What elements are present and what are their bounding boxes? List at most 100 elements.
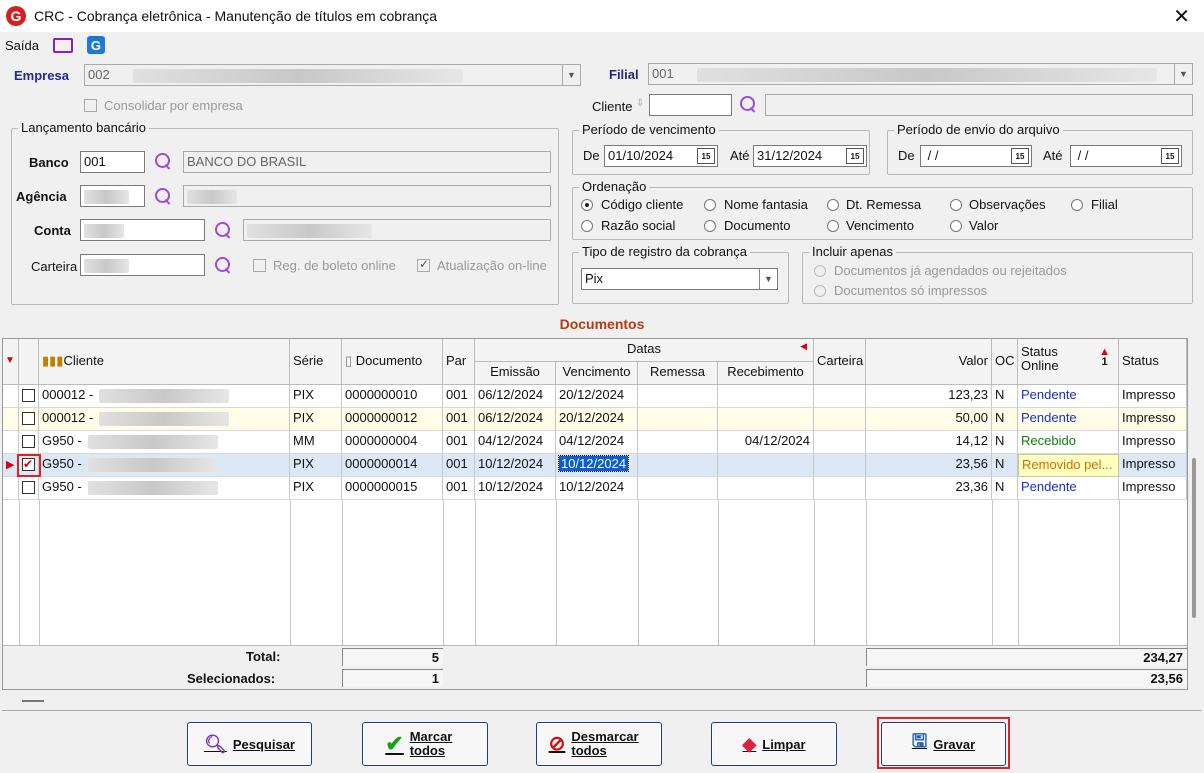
cell-documento: 0000000004 xyxy=(342,431,443,454)
header-carteira[interactable]: Carteira xyxy=(814,339,866,385)
radio-dt-remessa[interactable] xyxy=(827,199,839,211)
venc-ate-value: 31/12/2024 xyxy=(757,148,823,163)
cell-carteira xyxy=(814,477,866,500)
cell-vencimento: 10/12/2024 xyxy=(556,454,638,477)
menu-bar: Saída G xyxy=(0,32,1204,58)
row-indicator xyxy=(3,408,19,431)
calendar-icon[interactable]: 15 xyxy=(1161,148,1179,164)
documentos-grid: ▼ ▮▮▮Cliente Série ▯ Documento Par Datas… xyxy=(2,338,1188,690)
chevron-down-icon[interactable]: ▼ xyxy=(562,65,580,85)
venc-de-input[interactable]: 01/10/2024 15 xyxy=(604,145,718,167)
header-vencimento[interactable]: Vencimento xyxy=(556,362,638,385)
tipo-registro-select[interactable]: Pix ▼ xyxy=(581,268,778,290)
consolidar-checkbox[interactable] xyxy=(84,99,97,112)
menu-saida[interactable]: Saída xyxy=(5,38,39,53)
desmarcar-todos-button[interactable]: ⊘ Desmarcar todos xyxy=(536,722,662,766)
header-remessa[interactable]: Remessa xyxy=(638,362,718,385)
close-button[interactable]: ✕ xyxy=(1173,4,1190,29)
cell-remessa xyxy=(638,477,718,500)
atualizacao-checkbox[interactable] xyxy=(417,257,430,272)
cell-recebimento xyxy=(718,385,814,408)
row-checkbox-cell[interactable] xyxy=(19,477,39,500)
banco-input[interactable]: 001 xyxy=(80,151,145,173)
scroll-thumb[interactable] xyxy=(1192,458,1196,618)
cell-oc: N xyxy=(992,454,1018,477)
radio-impressos[interactable] xyxy=(814,285,826,297)
limpar-button[interactable]: ◆ Limpar xyxy=(711,722,837,766)
header-recebimento[interactable]: Recebimento xyxy=(718,362,814,385)
row-indicator xyxy=(3,385,19,408)
envio-ate-input[interactable]: / / 15 xyxy=(1070,145,1182,167)
cell-emissao: 10/12/2024 xyxy=(475,454,556,477)
row-checkbox-cell[interactable] xyxy=(19,431,39,454)
calendar-icon[interactable]: 15 xyxy=(846,148,864,164)
cell-serie: PIX xyxy=(290,454,342,477)
empresa-select[interactable]: 002 ▼ xyxy=(84,64,581,86)
cliente-input[interactable] xyxy=(649,94,732,116)
radio-filial[interactable] xyxy=(1071,199,1083,211)
cell-valor: 123,23 xyxy=(866,385,992,408)
pesquisar-button[interactable]: 🔍︎ Pesquisar xyxy=(187,722,312,766)
envio-de-input[interactable]: / / 15 xyxy=(920,145,1032,167)
eraser-icon: ◆ xyxy=(742,733,757,754)
carteira-input[interactable] xyxy=(80,254,205,276)
row-checkbox-cell[interactable] xyxy=(19,408,39,431)
search-icon[interactable] xyxy=(214,221,232,239)
collapse-left-icon[interactable]: ◀ xyxy=(800,341,807,352)
radio-valor[interactable] xyxy=(950,220,962,232)
marcar-todos-button[interactable]: ✔ Marcar todos xyxy=(362,722,488,766)
header-documento[interactable]: ▯ Documento xyxy=(342,339,443,385)
search-icon[interactable] xyxy=(154,152,172,170)
radio-nome-fantasia[interactable] xyxy=(704,199,716,211)
splitter-handle[interactable] xyxy=(22,700,44,702)
search-icon[interactable] xyxy=(739,95,757,113)
row-checkbox[interactable] xyxy=(22,389,35,402)
filial-select[interactable]: 001 ▼ xyxy=(648,63,1193,85)
cell-oc: N xyxy=(992,385,1018,408)
radio-razao-social[interactable] xyxy=(581,220,593,232)
search-icon[interactable] xyxy=(214,256,232,274)
cell-valor: 14,12 xyxy=(866,431,992,454)
cell-status-online: Pendente xyxy=(1018,385,1119,408)
header-status-online[interactable]: Status Online ▲ 1 xyxy=(1018,339,1119,385)
selecionados-valor: 23,56 xyxy=(866,669,1187,687)
calendar-icon[interactable]: 15 xyxy=(697,148,715,164)
row-indicator xyxy=(3,477,19,500)
chevron-down-icon[interactable]: ▼ xyxy=(759,269,777,289)
row-checkbox[interactable] xyxy=(22,481,35,494)
header-oc[interactable]: OC xyxy=(992,339,1018,385)
header-status[interactable]: Status xyxy=(1119,339,1187,385)
header-cliente[interactable]: ▮▮▮Cliente xyxy=(39,339,290,385)
header-par[interactable]: Par xyxy=(443,339,475,385)
cell-carteira xyxy=(814,385,866,408)
search-icon[interactable] xyxy=(154,187,172,205)
vertical-scrollbar[interactable] xyxy=(1188,338,1202,690)
conta-input[interactable] xyxy=(80,219,205,241)
incluir-opt2-label: Documentos só impressos xyxy=(834,283,988,298)
cell-carteira xyxy=(814,408,866,431)
row-checkbox[interactable] xyxy=(22,412,35,425)
lancamento-title: Lançamento bancário xyxy=(18,120,150,135)
agencia-input[interactable] xyxy=(80,185,145,207)
reg-boleto-checkbox[interactable] xyxy=(253,259,266,272)
row-checkbox[interactable] xyxy=(22,435,35,448)
empresa-value: 002 xyxy=(88,67,110,82)
radio-agendados[interactable] xyxy=(814,265,826,277)
radio-codigo-cliente[interactable] xyxy=(581,199,593,211)
radio-observacoes[interactable] xyxy=(950,199,962,211)
monitor-icon[interactable] xyxy=(52,37,73,53)
header-emissao[interactable]: Emissão xyxy=(475,362,556,385)
header-serie[interactable]: Série xyxy=(290,339,342,385)
venc-ate-input[interactable]: 31/12/2024 15 xyxy=(753,145,867,167)
ordenacao-title: Ordenação xyxy=(579,179,650,194)
conta-nome-field xyxy=(243,219,551,241)
radio-documento[interactable] xyxy=(704,220,716,232)
envio-de-value: / / xyxy=(924,148,939,163)
chevron-down-icon[interactable]: ▼ xyxy=(1174,64,1192,84)
row-checkbox-cell[interactable] xyxy=(19,385,39,408)
cell-status-online: Pendente xyxy=(1018,408,1119,431)
radio-vencimento[interactable] xyxy=(827,220,839,232)
header-valor[interactable]: Valor xyxy=(866,339,992,385)
g-app-icon[interactable]: G xyxy=(86,36,105,54)
calendar-icon[interactable]: 15 xyxy=(1011,148,1029,164)
